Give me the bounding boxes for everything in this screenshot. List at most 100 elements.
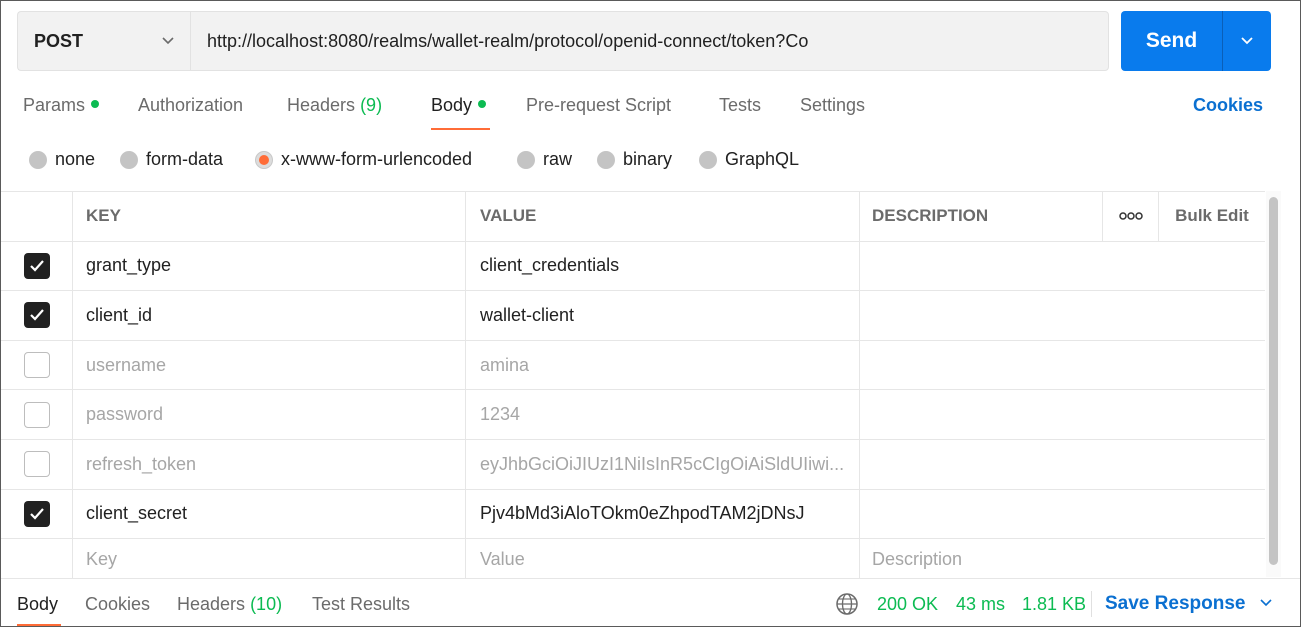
tab-params[interactable]: Params [23, 95, 100, 116]
value-cell[interactable]: wallet-client [466, 291, 860, 340]
header-checkbox-col [1, 192, 73, 241]
check-icon [29, 260, 44, 272]
row-checkbox-cell [1, 291, 73, 340]
checkbox-checked[interactable] [23, 500, 50, 527]
new-row: Key Value Description [1, 539, 1265, 580]
key-cell[interactable]: client_id [73, 291, 466, 340]
response-size[interactable]: 1.81 KB [1022, 594, 1086, 615]
radio-label: GraphQL [725, 149, 800, 169]
header-key: KEY [73, 192, 466, 241]
description-cell[interactable] [860, 341, 1265, 390]
checkbox-unchecked[interactable] [23, 401, 50, 428]
tab-settings[interactable]: Settings [800, 95, 865, 116]
active-tab-underline [431, 128, 490, 130]
method-select[interactable]: POST [17, 11, 191, 71]
tab-headers-label: Headers [287, 95, 356, 115]
footer-divider [1091, 591, 1092, 617]
table-row: grant_type client_credentials [1, 241, 1265, 292]
response-time[interactable]: 43 ms [956, 594, 1005, 615]
response-status[interactable]: 200 OK [877, 594, 938, 615]
radio-x-www-form-urlencoded[interactable]: x-www-form-urlencoded [255, 149, 472, 170]
description-cell[interactable] [860, 490, 1265, 539]
scrollbar-thumb[interactable] [1269, 197, 1278, 565]
radio-none[interactable]: none [29, 149, 95, 170]
description-cell[interactable] [860, 242, 1265, 291]
response-tab-headers[interactable]: Headers (10) [177, 594, 282, 615]
tab-body[interactable]: Body [431, 95, 487, 116]
header-value: VALUE [466, 192, 860, 241]
table-header-row: KEY VALUE DESCRIPTION Bulk Edit [1, 192, 1265, 242]
tab-body-label: Body [431, 95, 473, 115]
tab-params-label: Params [23, 95, 86, 115]
check-icon [29, 508, 44, 520]
description-cell[interactable] [860, 440, 1265, 489]
key-cell[interactable]: client_secret [73, 489, 466, 539]
radio-form-data[interactable]: form-data [120, 149, 223, 170]
radio-binary[interactable]: binary [597, 149, 672, 170]
radio-label: none [55, 149, 96, 169]
checkbox-unchecked[interactable] [23, 451, 50, 478]
body-params-table: KEY VALUE DESCRIPTION Bulk Edit grant_ty… [1, 191, 1265, 580]
key-placeholder-input[interactable]: Key [73, 539, 466, 580]
key-cell[interactable]: password [73, 390, 466, 439]
value-cell[interactable]: Pjv4bMd3iAloTOkm0eZhpodTAM2jDNsJ [466, 489, 860, 539]
value-cell[interactable]: 1234 [466, 390, 860, 439]
radio-label: binary [623, 149, 673, 169]
radio-graphql[interactable]: GraphQL [699, 149, 799, 170]
headers-count: (9) [360, 95, 383, 115]
tab-tests[interactable]: Tests [719, 95, 761, 116]
radio-raw[interactable]: raw [517, 149, 572, 170]
radio-button-selected[interactable] [255, 150, 273, 169]
value-placeholder-input[interactable]: Value [466, 539, 860, 580]
checkbox-unchecked[interactable] [23, 352, 50, 379]
table-row: client_secret Pjv4bMd3iAloTOkm0eZhpodTAM… [1, 489, 1265, 540]
chevron-down-icon [1241, 37, 1253, 45]
globe-icon[interactable] [835, 592, 859, 621]
radio-button[interactable] [699, 150, 717, 169]
bulk-edit-button[interactable]: Bulk Edit [1159, 192, 1265, 241]
cookies-link[interactable]: Cookies [1193, 95, 1263, 116]
value-cell[interactable]: eyJhbGciOiJIUzI1NiIsInR5cCIgOiAiSldUIiwi… [466, 439, 860, 489]
send-options-button[interactable] [1223, 11, 1271, 71]
tab-headers[interactable]: Headers (9) [287, 95, 382, 116]
key-cell[interactable]: username [73, 340, 466, 390]
radio-label: x-www-form-urlencoded [281, 149, 473, 169]
tab-authorization[interactable]: Authorization [138, 95, 243, 116]
more-options-icon[interactable] [1103, 192, 1159, 241]
params-indicator-dot [91, 100, 100, 108]
value-text: eyJhbGciOiJIUzI1NiIsInR5cCIgOiAiSldUIiwi… [480, 453, 845, 474]
row-checkbox-cell [1, 241, 73, 291]
send-button[interactable]: Send [1121, 11, 1223, 71]
response-tab-cookies[interactable]: Cookies [85, 594, 150, 615]
radio-button[interactable] [597, 150, 615, 169]
response-tab-test-results[interactable]: Test Results [312, 594, 410, 615]
chevron-down-icon [1260, 599, 1272, 607]
key-cell[interactable]: grant_type [73, 241, 466, 291]
save-response-button[interactable]: Save Response [1105, 593, 1273, 615]
radio-button[interactable] [29, 150, 47, 169]
tab-prerequest-script[interactable]: Pre-request Script [526, 95, 671, 116]
response-headers-count: (10) [250, 594, 283, 614]
url-input[interactable]: http://localhost:8080/realms/wallet-real… [190, 11, 1109, 71]
radio-button[interactable] [517, 150, 535, 169]
table-row: password 1234 [1, 390, 1265, 440]
response-tab-body[interactable]: Body [17, 594, 58, 615]
body-indicator-dot [478, 100, 487, 108]
value-cell[interactable]: client_credentials [466, 241, 860, 291]
value-cell[interactable]: amina [466, 340, 860, 390]
postman-request-window: POST http://localhost:8080/realms/wallet… [0, 0, 1301, 627]
key-cell[interactable]: refresh_token [73, 439, 466, 489]
description-cell[interactable] [860, 291, 1265, 340]
chevron-down-icon [161, 32, 175, 55]
checkbox-checked[interactable] [23, 252, 50, 279]
radio-button[interactable] [120, 150, 138, 169]
row-checkbox-cell [1, 340, 73, 390]
description-cell[interactable] [860, 390, 1265, 439]
row-checkbox-cell [1, 539, 73, 580]
description-placeholder-input[interactable]: Description [860, 539, 1265, 579]
header-description: DESCRIPTION [860, 192, 1103, 241]
row-checkbox-cell [1, 390, 73, 439]
checkbox-checked[interactable] [23, 302, 50, 329]
send-button-group: Send [1121, 11, 1271, 71]
radio-label: form-data [146, 149, 224, 169]
